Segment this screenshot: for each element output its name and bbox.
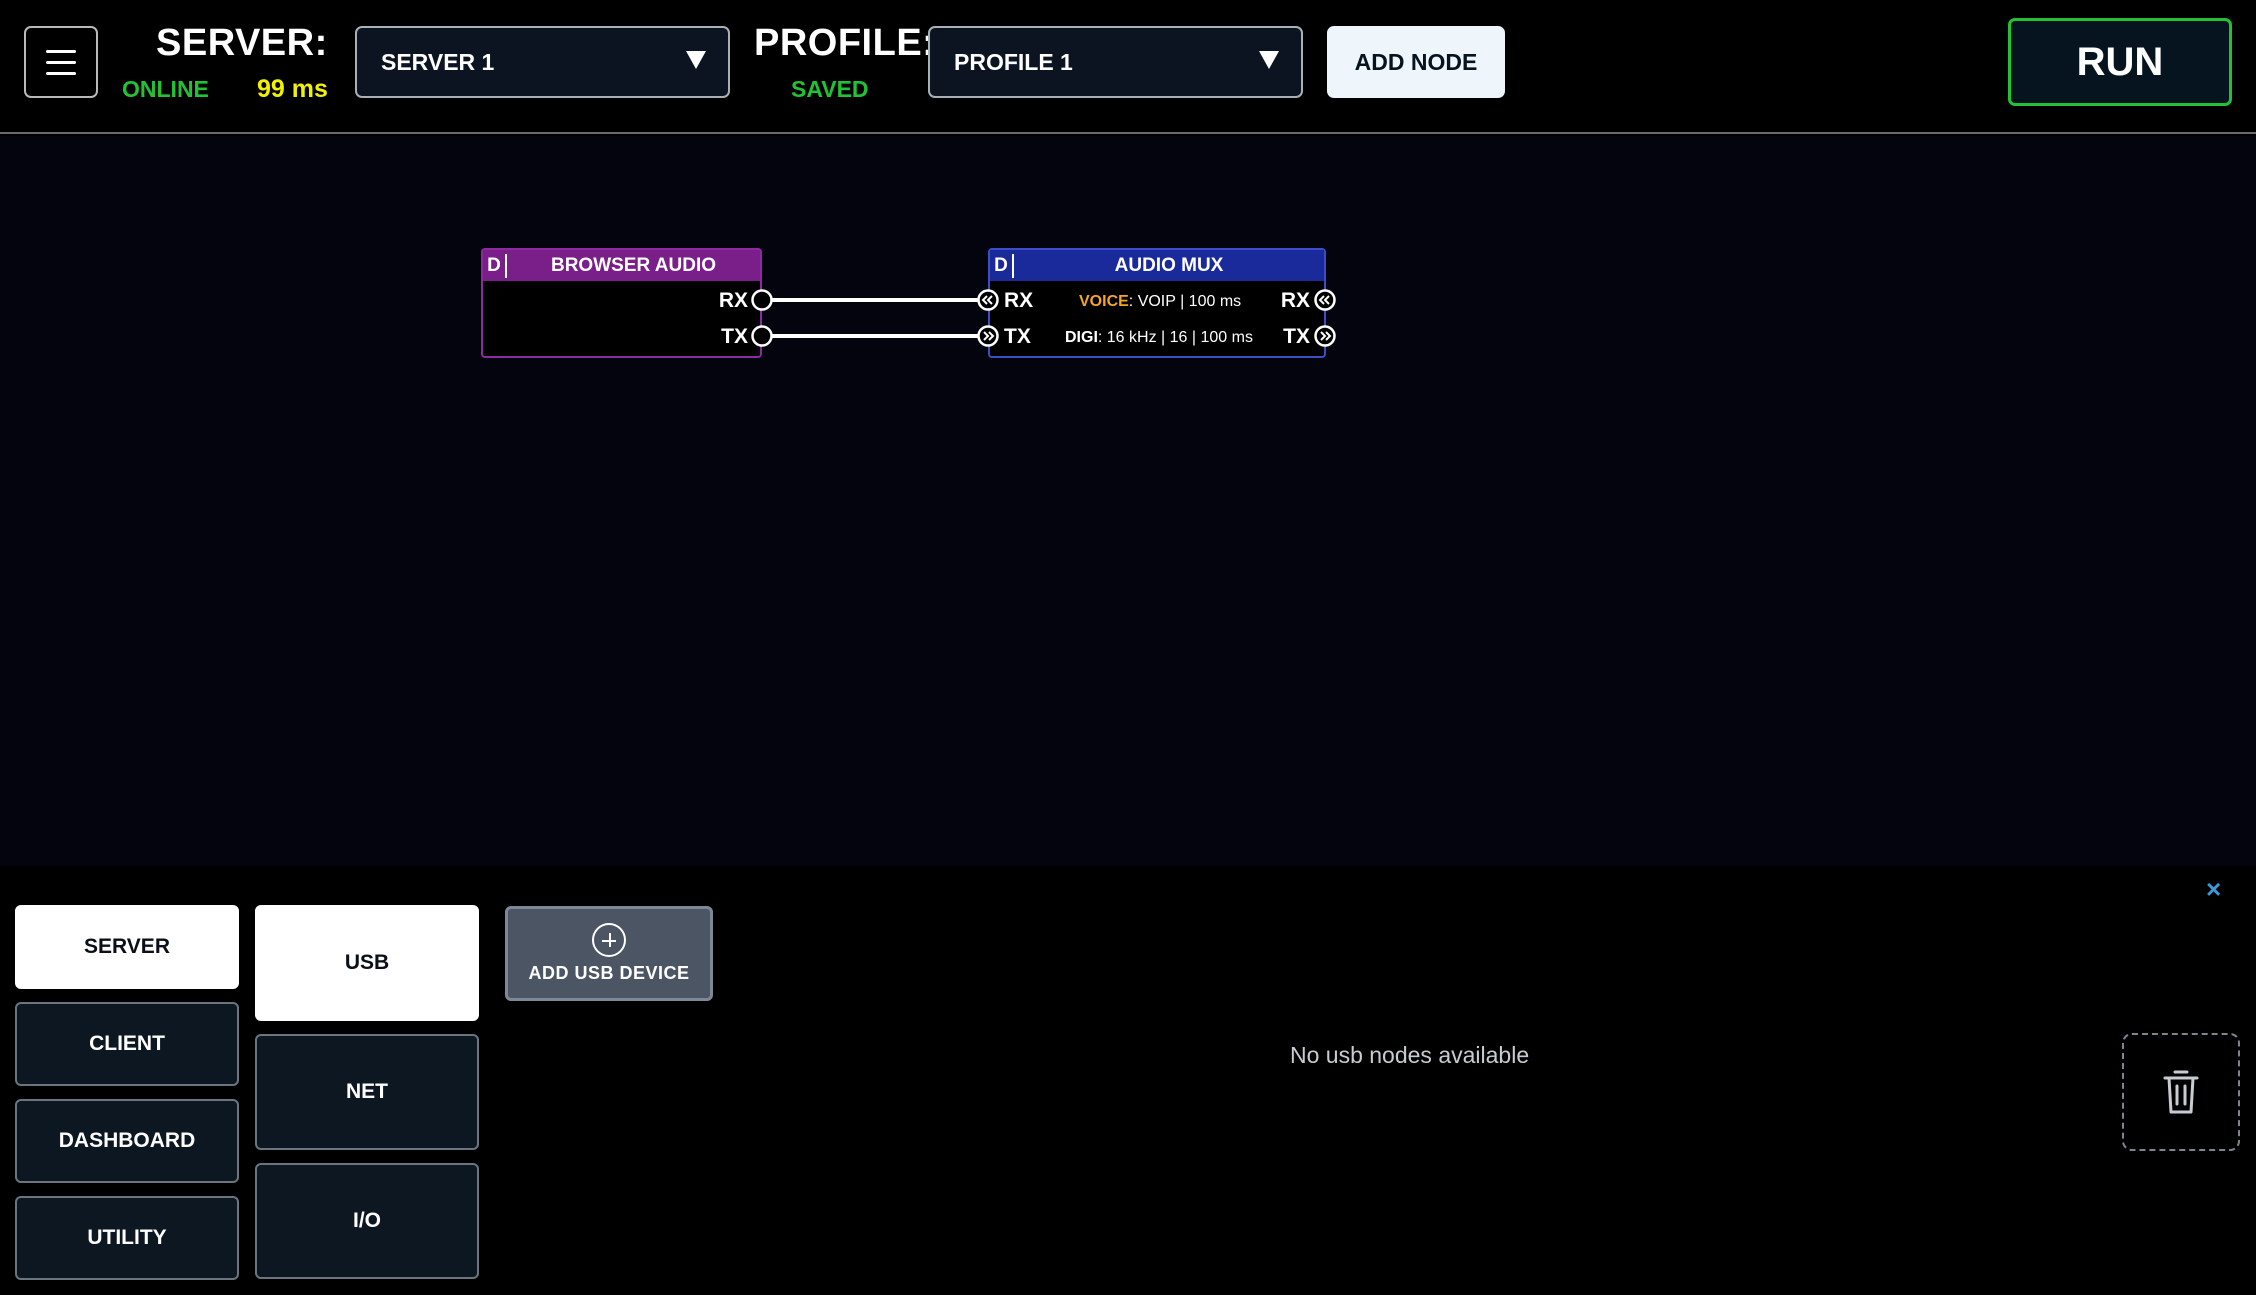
port-out-rx[interactable] (1313, 288, 1337, 312)
add-node-button[interactable]: ADD NODE (1327, 26, 1505, 98)
connections (761, 298, 988, 338)
plus-circle-icon (592, 923, 626, 957)
add-usb-device-button[interactable]: ADD USB DEVICE (505, 906, 713, 1001)
port-label-tx-in: TX (1004, 325, 1031, 348)
server-select-value: SERVER 1 (381, 48, 495, 75)
node-audio-mux[interactable]: D AUDIO MUX RX TX VOICE: VOIP | 100 ms D… (988, 248, 1326, 358)
profile-label: PROFILE: (754, 22, 936, 64)
node-flag: D (483, 253, 507, 278)
add-usb-device-label: ADD USB DEVICE (528, 963, 690, 983)
port-out-tx[interactable] (750, 324, 774, 348)
node-library-panel: SERVER CLIENT DASHBOARD UTILITY USB NET … (0, 866, 2256, 1295)
port-label-rx-in: RX (1004, 289, 1034, 312)
node-browser-audio[interactable]: D BROWSER AUDIO RX TX (481, 248, 762, 358)
empty-message: No usb nodes available (1290, 1042, 1530, 1068)
voice-value: : VOIP | 100 ms (1128, 293, 1242, 310)
subcategory-usb[interactable]: USB (255, 905, 479, 1021)
trash-icon (2163, 1070, 2199, 1114)
port-label-rx-out: RX (1280, 289, 1310, 312)
server-latency: 99 ms (257, 75, 328, 103)
subcategory-net[interactable]: NET (255, 1034, 479, 1150)
top-bar: SERVER: ONLINE 99 ms SERVER 1 PROFILE: S… (0, 0, 2256, 134)
voice-info: VOICE: VOIP | 100 ms (1079, 293, 1241, 311)
server-status: ONLINE (122, 76, 209, 102)
category-utility[interactable]: UTILITY (15, 1196, 239, 1280)
port-in-tx[interactable] (976, 324, 1000, 348)
profile-status: SAVED (791, 76, 869, 102)
voice-key: VOICE (1079, 293, 1129, 310)
digi-key: DIGI (1065, 329, 1098, 346)
port-label-tx: TX (721, 325, 748, 348)
profile-select[interactable]: PROFILE 1 (928, 26, 1303, 98)
category-server[interactable]: SERVER (15, 905, 239, 989)
node-header[interactable]: D AUDIO MUX (990, 250, 1324, 281)
caret-down-icon (686, 51, 706, 69)
node-title: BROWSER AUDIO (550, 254, 717, 276)
category-client[interactable]: CLIENT (15, 1002, 239, 1086)
node-title: AUDIO MUX (1114, 254, 1224, 276)
port-in-rx[interactable] (976, 288, 1000, 312)
port-out-rx[interactable] (750, 288, 774, 312)
port-out-tx[interactable] (1313, 324, 1337, 348)
node-canvas[interactable]: D BROWSER AUDIO RX TX D AUDIO MUX RX TX … (0, 136, 2256, 866)
server-label: SERVER: (156, 22, 328, 64)
hamburger-icon (46, 49, 76, 53)
category-dashboard[interactable]: DASHBOARD (15, 1099, 239, 1183)
profile-select-value: PROFILE 1 (954, 48, 1073, 75)
digi-info: DIGI: 16 kHz | 16 | 100 ms (1065, 329, 1253, 347)
port-label-tx-out: TX (1283, 325, 1310, 348)
digi-value: : 16 kHz | 16 | 100 ms (1097, 329, 1253, 346)
run-button[interactable]: RUN (2008, 18, 2232, 106)
trash-drop-zone[interactable] (2122, 1033, 2240, 1151)
menu-button[interactable] (24, 26, 98, 98)
caret-down-icon (1259, 51, 1279, 69)
node-flag: D (990, 253, 1014, 278)
close-icon[interactable]: × (2206, 874, 2221, 905)
node-header[interactable]: D BROWSER AUDIO (483, 250, 760, 281)
port-label-rx: RX (718, 289, 748, 312)
subcategory-io[interactable]: I/O (255, 1163, 479, 1279)
server-select[interactable]: SERVER 1 (355, 26, 730, 98)
